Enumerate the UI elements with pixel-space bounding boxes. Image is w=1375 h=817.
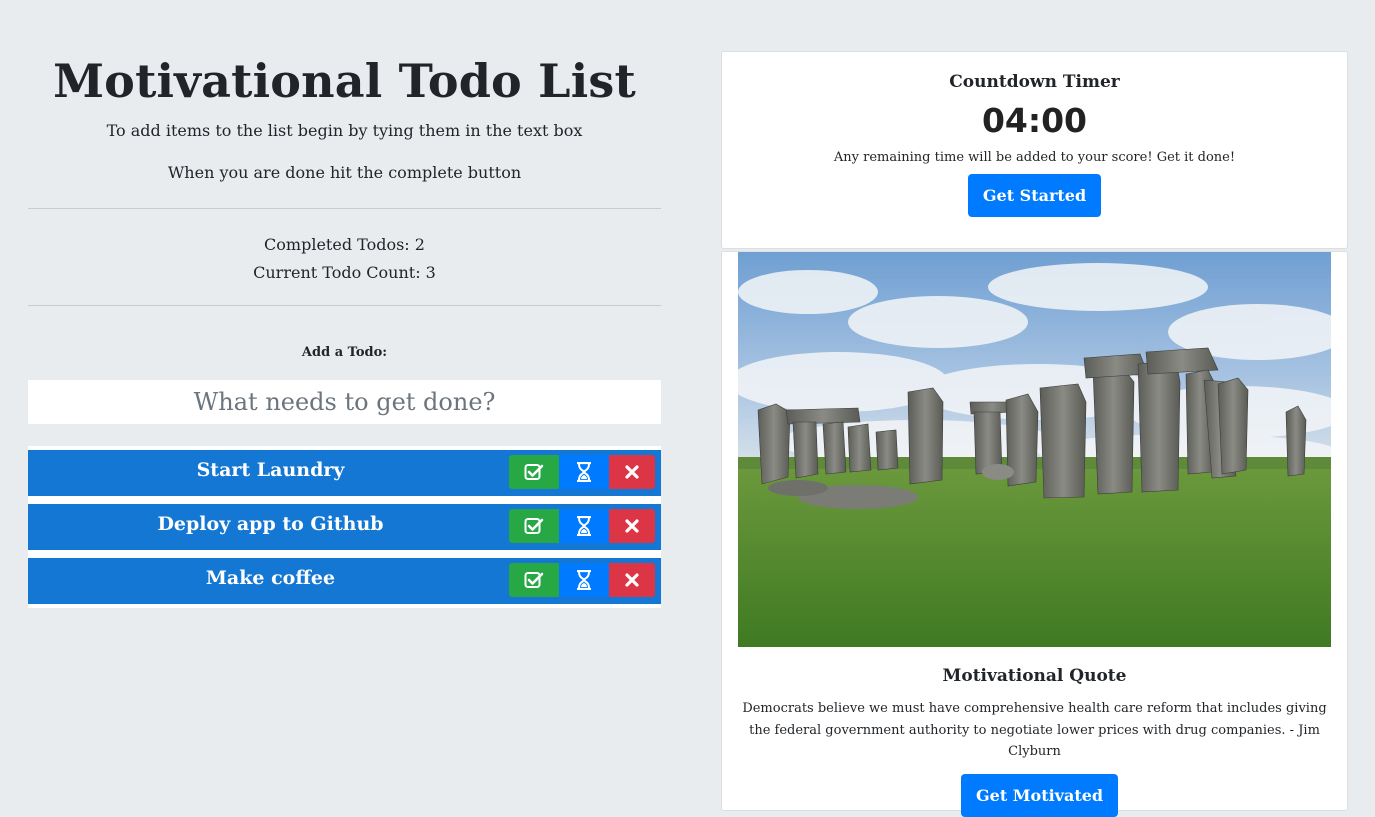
quote-text: Democrats believe we must have comprehen… <box>742 701 1327 759</box>
quote-title: Motivational Quote <box>942 666 1127 686</box>
complete-button[interactable] <box>509 509 559 543</box>
stonehenge-photo <box>738 252 1331 647</box>
instructions-complete: When you are done hit the complete butto… <box>167 163 522 182</box>
divider <box>28 305 661 306</box>
snooze-button[interactable] <box>559 509 609 543</box>
close-icon <box>625 465 639 479</box>
todo-actions <box>509 563 655 597</box>
instructions-add: To add items to the list begin by tying … <box>106 121 583 140</box>
todo-item: Deploy app to Github <box>28 504 661 550</box>
snooze-button[interactable] <box>559 455 609 489</box>
stats-panel: Completed Todos: 2 Current Todo Count: 3 <box>28 209 661 287</box>
todo-item: Make coffee <box>28 558 661 604</box>
add-todo-label: Add a Todo: <box>301 345 388 360</box>
check-square-icon <box>524 572 544 588</box>
check-square-icon <box>524 518 544 534</box>
current-count: Current Todo Count: 3 <box>253 263 436 282</box>
todo-input[interactable] <box>28 380 661 424</box>
todo-item-text: Make coffee <box>205 567 336 589</box>
completed-count: Completed Todos: 2 <box>264 235 425 254</box>
delete-button[interactable] <box>609 509 655 543</box>
close-icon <box>625 573 639 587</box>
delete-button[interactable] <box>609 455 655 489</box>
todo-actions <box>509 509 655 543</box>
countdown-timer-card: Countdown Timer 04:00 Any remaining time… <box>721 51 1348 249</box>
timer-note: Any remaining time will be added to your… <box>833 150 1236 165</box>
motivational-quote-card: Motivational Quote Democrats believe we … <box>721 251 1348 817</box>
todo-item: Start Laundry <box>28 450 661 496</box>
todo-list: Start Laundry Deploy app to Github Make … <box>28 446 661 608</box>
complete-button[interactable] <box>509 455 559 489</box>
snooze-button[interactable] <box>559 563 609 597</box>
hourglass-icon <box>577 462 591 482</box>
hourglass-icon <box>577 516 591 536</box>
complete-button[interactable] <box>509 563 559 597</box>
todo-column: Motivational Todo List To add items to t… <box>28 0 661 608</box>
todo-item-text: Start Laundry <box>196 459 345 481</box>
delete-button[interactable] <box>609 563 655 597</box>
timer-title: Countdown Timer <box>949 72 1120 92</box>
page-title: Motivational Todo List <box>53 54 636 108</box>
hourglass-icon <box>577 570 591 590</box>
todo-item-text: Deploy app to Github <box>157 513 384 535</box>
sidebar-column: Countdown Timer 04:00 Any remaining time… <box>721 51 1348 817</box>
check-square-icon <box>524 464 544 480</box>
timer-display: 04:00 <box>981 101 1088 140</box>
get-started-button[interactable]: Get Started <box>967 174 1102 217</box>
close-icon <box>625 519 639 533</box>
todo-actions <box>509 455 655 489</box>
